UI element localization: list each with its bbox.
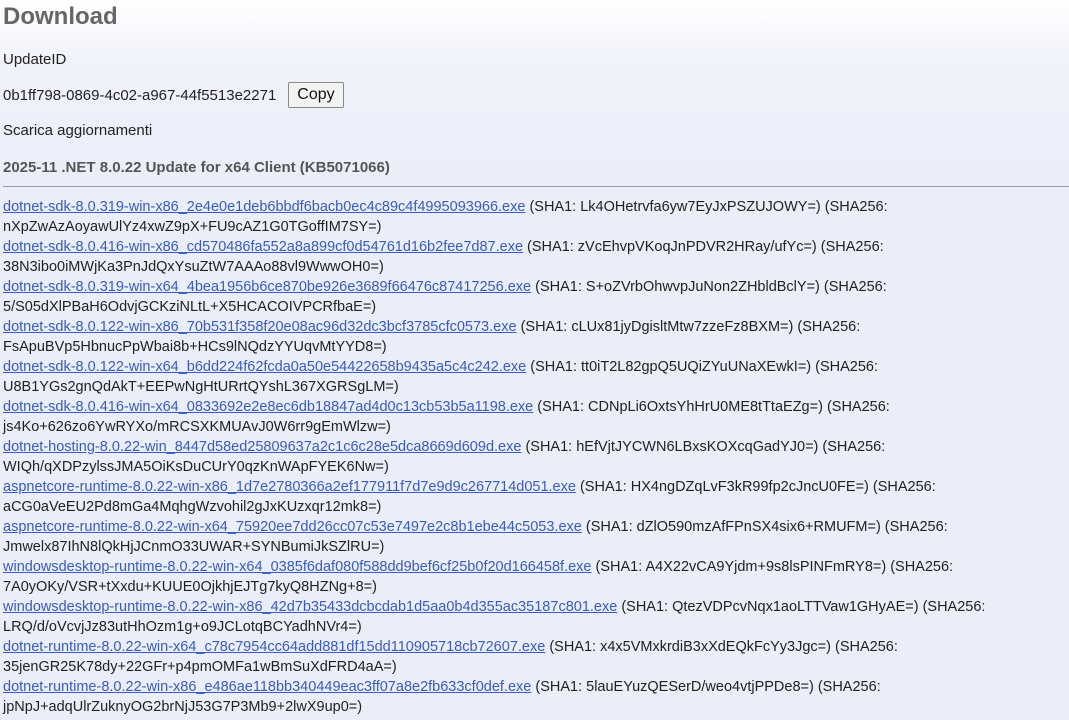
file-entry: dotnet-hosting-8.0.22-win_8447d58ed25809… <box>3 437 1063 477</box>
file-entry: dotnet-sdk-8.0.122-win-x64_b6dd224f62fcd… <box>3 357 1063 397</box>
download-page: Download UpdateID 0b1ff798-0869-4c02-a96… <box>0 0 1069 717</box>
file-download-link[interactable]: dotnet-sdk-8.0.416-win-x64_0833692e2e8ec… <box>3 399 533 415</box>
file-entry: aspnetcore-runtime-8.0.22-win-x86_1d7e27… <box>3 477 1063 517</box>
file-download-link[interactable]: dotnet-sdk-8.0.319-win-x64_4bea1956b6ce8… <box>3 279 531 295</box>
file-entry: dotnet-sdk-8.0.319-win-x64_4bea1956b6ce8… <box>3 277 1063 317</box>
divider <box>3 186 1069 187</box>
update-title: 2025-11 .NET 8.0.22 Update for x64 Clien… <box>3 159 390 176</box>
update-id-label: UpdateID <box>3 51 67 68</box>
file-download-link[interactable]: windowsdesktop-runtime-8.0.22-win-x64_03… <box>3 559 591 575</box>
file-entry: dotnet-sdk-8.0.319-win-x86_2e4e0e1deb6bb… <box>3 197 1063 237</box>
file-download-link[interactable]: aspnetcore-runtime-8.0.22-win-x86_1d7e27… <box>3 479 576 495</box>
file-download-link[interactable]: aspnetcore-runtime-8.0.22-win-x64_75920e… <box>3 519 582 535</box>
file-download-link[interactable]: dotnet-sdk-8.0.319-win-x86_2e4e0e1deb6bb… <box>3 199 525 215</box>
file-entry: windowsdesktop-runtime-8.0.22-win-x64_03… <box>3 557 1063 597</box>
file-entry: dotnet-runtime-8.0.22-win-x86_e486ae118b… <box>3 677 1063 717</box>
file-download-link[interactable]: dotnet-hosting-8.0.22-win_8447d58ed25809… <box>3 439 521 455</box>
copy-button[interactable]: Copy <box>288 82 344 108</box>
download-updates-label: Scarica aggiornamenti <box>3 122 153 139</box>
file-download-link[interactable]: dotnet-sdk-8.0.122-win-x64_b6dd224f62fcd… <box>3 359 526 375</box>
file-entry: dotnet-sdk-8.0.416-win-x86_cd570486fa552… <box>3 237 1063 277</box>
file-entry: dotnet-runtime-8.0.22-win-x64_c78c7954cc… <box>3 637 1063 677</box>
file-entry: aspnetcore-runtime-8.0.22-win-x64_75920e… <box>3 517 1063 557</box>
page-title: Download <box>3 3 118 30</box>
file-download-link[interactable]: dotnet-sdk-8.0.122-win-x86_70b531f358f20… <box>3 319 517 335</box>
file-entry: dotnet-sdk-8.0.416-win-x64_0833692e2e8ec… <box>3 397 1063 437</box>
file-download-link[interactable]: dotnet-runtime-8.0.22-win-x86_e486ae118b… <box>3 679 531 695</box>
file-download-link[interactable]: windowsdesktop-runtime-8.0.22-win-x86_42… <box>3 599 617 615</box>
update-id-value[interactable]: 0b1ff798-0869-4c02-a967-44f5513e2271 <box>3 87 276 104</box>
file-download-link[interactable]: dotnet-sdk-8.0.416-win-x86_cd570486fa552… <box>3 239 523 255</box>
update-id-row: 0b1ff798-0869-4c02-a967-44f5513e2271 Cop… <box>3 80 1069 110</box>
file-entry: dotnet-sdk-8.0.122-win-x86_70b531f358f20… <box>3 317 1063 357</box>
file-list: dotnet-sdk-8.0.319-win-x86_2e4e0e1deb6bb… <box>3 197 1069 717</box>
file-entry: windowsdesktop-runtime-8.0.22-win-x86_42… <box>3 597 1063 637</box>
file-download-link[interactable]: dotnet-runtime-8.0.22-win-x64_c78c7954cc… <box>3 639 545 655</box>
